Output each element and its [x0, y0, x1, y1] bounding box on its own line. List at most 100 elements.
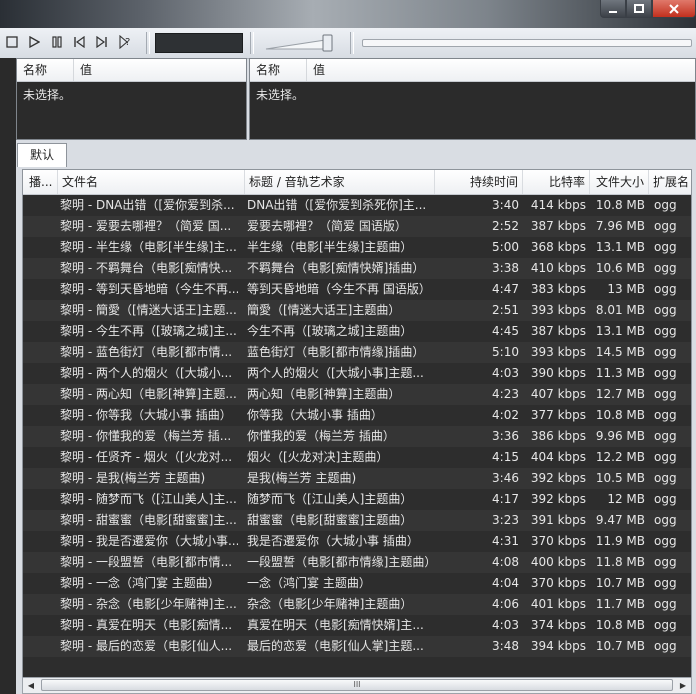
title-cell: 蓝色街灯（电影[都市情缘]插曲） [247, 345, 425, 359]
seek-bar[interactable] [362, 39, 692, 47]
ext-cell: ogg [654, 450, 677, 464]
table-row[interactable]: 黎明 - 爱要去哪裡？（简爱 国... 爱要去哪裡？（简爱 国语版） 2:52 387… [23, 216, 691, 237]
playing-cell [23, 363, 54, 384]
title-cell: 不羁舞台（电影[痴情快婿]插曲） [247, 261, 425, 275]
playing-cell [23, 573, 54, 594]
size-cell: 9.96 MB [595, 429, 645, 443]
table-row[interactable]: 黎明 - 任贤齐 - 烟火（[火龙对... 烟火（[火龙对决]主题曲） 4:15 40… [23, 447, 691, 468]
table-row[interactable]: 黎明 - 今生不再（[玻璃之城]主... 今生不再（[玻璃之城]主题曲） 4:45 3… [23, 321, 691, 342]
table-row[interactable]: 黎明 - 蓝色街灯（电影[都市情... 蓝色街灯（电影[都市情缘]插曲） 5:10 3… [23, 342, 691, 363]
table-row[interactable]: 黎明 - 等到天昏地暗（今生不再... 等到天昏地暗（今生不再 国语版） 4:47 3… [23, 279, 691, 300]
ext-cell: ogg [654, 513, 677, 527]
random-icon[interactable]: ? [118, 34, 134, 50]
col-size-header[interactable]: 文件大小 [590, 170, 649, 194]
close-icon[interactable] [652, 0, 696, 18]
playing-cell [23, 258, 54, 279]
bitrate-cell: 401 kbps [530, 597, 586, 611]
table-row[interactable]: 黎明 - 我是否遷爱你（大城小事... 我是否遷爱你（大城小事 插曲） 4:31 37… [23, 531, 691, 552]
empty-selection-text: 未选择。 [256, 88, 305, 102]
duration-cell: 4:23 [492, 387, 519, 401]
table-row[interactable]: 黎明 - 不羁舞台（电影[痴情快... 不羁舞台（电影[痴情快婿]插曲） 3:38 4… [23, 258, 691, 279]
duration-cell: 3:40 [492, 198, 519, 212]
volume-slider[interactable] [262, 32, 342, 54]
previous-icon[interactable] [71, 34, 87, 50]
table-row[interactable]: 黎明 - 真爱在明天（电影[痴情... 真爱在明天（电影[痴情快婿]主... 4:0… [23, 615, 691, 636]
col-ext-header[interactable]: 扩展名 [649, 170, 691, 194]
col-name-header[interactable]: 名称 [17, 59, 74, 81]
table-row[interactable]: 黎明 - 两个人的烟火（[大城小... 两个人的烟火（[大城小事]主题... 4:0… [23, 363, 691, 384]
table-row[interactable]: 黎明 - 一段盟誓（电影[都市情... 一段盟誓（电影[都市情缘]主题曲） 4:08… [23, 552, 691, 573]
pause-icon[interactable] [49, 34, 65, 50]
filename-cell: 黎明 - 杂念（电影[少年赌神]主... [60, 597, 237, 611]
toolbar-separator [146, 32, 150, 54]
col-duration-header[interactable]: 持续时间 [435, 170, 523, 194]
bitrate-cell: 393 kbps [530, 303, 586, 317]
table-row[interactable]: 黎明 - 你懂我的爱（梅兰芳 插... 你懂我的爱（梅兰芳 插曲） 3:36 386 … [23, 426, 691, 447]
duration-cell: 3:48 [492, 639, 519, 653]
title-cell: 真爱在明天（电影[痴情快婿]主... [247, 618, 424, 632]
table-row[interactable]: 黎明 - DNA出错（[爱你爱到杀... DNA出错（[爱你爱到杀死你]主... 3… [23, 195, 691, 216]
filename-cell: 黎明 - 你等我（大城小事 插曲） [60, 408, 232, 422]
maximize-icon[interactable] [626, 0, 652, 18]
filename-cell: 黎明 - 半生缘（电影[半生缘]主... [60, 240, 237, 254]
ext-cell: ogg [654, 282, 677, 296]
scrollbar-thumb[interactable]: III [41, 679, 673, 691]
status-display [155, 33, 243, 53]
col-title-header[interactable]: 标题 / 音轨艺术家 [245, 170, 435, 194]
duration-cell: 4:03 [492, 618, 519, 632]
duration-cell: 3:23 [492, 513, 519, 527]
size-cell: 10.7 MB [595, 639, 645, 653]
table-row[interactable]: 黎明 - 半生缘（电影[半生缘]主... 半生缘（电影[半生缘]主题曲） 5:00 3… [23, 237, 691, 258]
playing-cell [23, 510, 54, 531]
scroll-left-icon[interactable]: ◀ [23, 678, 39, 693]
ext-cell: ogg [654, 555, 677, 569]
duration-cell: 5:10 [492, 345, 519, 359]
ext-cell: ogg [654, 261, 677, 275]
filename-cell: 黎明 - 任贤齐 - 烟火（[火龙对... [60, 450, 233, 464]
col-value-header[interactable]: 值 [74, 59, 92, 81]
size-cell: 7.96 MB [595, 219, 645, 233]
play-icon[interactable] [26, 34, 42, 50]
filename-cell: 黎明 - 蓝色街灯（电影[都市情... [60, 345, 233, 359]
col-playing-header[interactable]: 播... [23, 170, 58, 194]
duration-cell: 2:51 [492, 303, 519, 317]
bitrate-cell: 392 kbps [530, 471, 586, 485]
tab-default[interactable]: 默认 [17, 143, 67, 167]
horizontal-scrollbar[interactable]: ◀ III ▶ [22, 677, 692, 694]
table-row[interactable]: 黎明 - 簡愛（[情迷大话王]主题... 簡愛（[情迷大话王]主题曲） 2:51 39… [23, 300, 691, 321]
table-row[interactable]: 黎明 - 是我(梅兰芳 主题曲) 是我(梅兰芳 主题曲) 3:46 392 kbps 1… [23, 468, 691, 489]
table-row[interactable]: 黎明 - 你等我（大城小事 插曲） 你等我（大城小事 插曲） 4:02 377 kbp… [23, 405, 691, 426]
ext-cell: ogg [654, 534, 677, 548]
table-row[interactable]: 黎明 - 两心知（电影[神算]主题... 两心知（电影[神算]主题曲） 4:23 40… [23, 384, 691, 405]
col-bitrate-header[interactable]: 比特率 [523, 170, 590, 194]
table-row[interactable]: 黎明 - 杂念（电影[少年赌神]主... 杂念（电影[少年赌神]主题曲） 4:06 4… [23, 594, 691, 615]
size-cell: 13.1 MB [595, 240, 645, 254]
col-name-header[interactable]: 名称 [250, 59, 307, 81]
duration-cell: 4:08 [492, 555, 519, 569]
col-filename-header[interactable]: 文件名 [58, 170, 245, 194]
playing-cell [23, 216, 54, 237]
ext-cell: ogg [654, 429, 677, 443]
filename-cell: 黎明 - 你懂我的爱（梅兰芳 插... [60, 429, 232, 443]
stop-icon[interactable] [4, 34, 20, 50]
ext-cell: ogg [654, 324, 677, 338]
bitrate-cell: 404 kbps [530, 450, 586, 464]
toolbar: ? [0, 28, 696, 59]
title-cell: 两心知（电影[神算]主题曲） [247, 387, 401, 401]
table-row[interactable]: 黎明 - 甜蜜蜜（电影[甜蜜蜜]主... 甜蜜蜜（电影[甜蜜蜜]主题曲） 3:23 3… [23, 510, 691, 531]
col-value-header[interactable]: 值 [307, 59, 325, 81]
size-cell: 11.8 MB [595, 555, 645, 569]
playing-cell [23, 468, 54, 489]
table-row[interactable]: 黎明 - 一念（鸿门宴 主题曲） 一念（鸿门宴 主题曲） 4:04 370 kbps 1… [23, 573, 691, 594]
scroll-right-icon[interactable]: ▶ [675, 678, 691, 693]
bitrate-cell: 394 kbps [530, 639, 586, 653]
duration-cell: 2:52 [492, 219, 519, 233]
size-cell: 12.2 MB [595, 450, 645, 464]
minimize-icon[interactable] [600, 0, 626, 18]
table-row[interactable]: 黎明 - 随梦而飞（[江山美人]主... 随梦而飞（[江山美人]主题曲） 4:17 3… [23, 489, 691, 510]
title-cell: 等到天昏地暗（今生不再 国语版） [247, 282, 431, 296]
ext-cell: ogg [654, 597, 677, 611]
table-row[interactable]: 黎明 - 最后的恋爱（电影[仙人... 最后的恋爱（电影[仙人掌]主题... 3:4… [23, 636, 691, 657]
bitrate-cell: 392 kbps [530, 492, 586, 506]
next-icon[interactable] [94, 34, 110, 50]
